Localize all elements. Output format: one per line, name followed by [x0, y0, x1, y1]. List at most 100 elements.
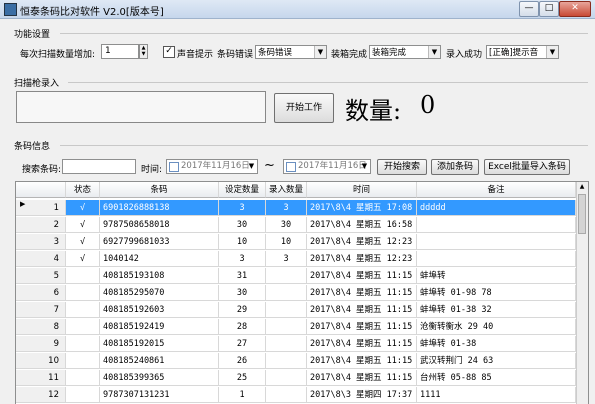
time-cell[interactable]: 2017\8\4 星期五 11:15	[307, 268, 417, 284]
entered-qty-cell[interactable]	[266, 319, 307, 335]
barcode-cell[interactable]: 6927799681033	[100, 234, 219, 250]
barcode-cell[interactable]: 408185399365	[100, 370, 219, 386]
row-header[interactable]: 12	[16, 387, 66, 403]
set-qty-cell[interactable]: 27	[219, 336, 266, 352]
date-from-checkbox[interactable]	[169, 162, 179, 172]
status-cell[interactable]	[66, 353, 100, 369]
table-row[interactable]: 9 408185192015 27 2017\8\4 星期五 11:15 蚌埠转 01-…	[16, 336, 576, 352]
time-cell[interactable]: 2017\8\4 星期五 11:15	[307, 319, 417, 335]
time-cell[interactable]: 2017\8\4 星期五 11:15	[307, 370, 417, 386]
date-to-picker[interactable]: 2017年11月16日 ▼	[283, 159, 371, 174]
status-cell[interactable]: √	[66, 234, 100, 250]
date-to-checkbox[interactable]	[286, 162, 296, 172]
note-cell[interactable]: 台州转 05-88 85	[417, 370, 576, 386]
entered-qty-cell[interactable]	[266, 353, 307, 369]
excel-import-button[interactable]: Excel批量导入条码	[484, 159, 570, 175]
row-header[interactable]: 8	[16, 319, 66, 335]
status-cell[interactable]	[66, 319, 100, 335]
barcode-cell[interactable]: 1040142	[100, 251, 219, 267]
row-header[interactable]: 6	[16, 285, 66, 301]
entered-qty-cell[interactable]	[266, 302, 307, 318]
barcode-cell[interactable]: 408185240861	[100, 353, 219, 369]
note-cell[interactable]	[417, 234, 576, 250]
note-cell[interactable]: ddddd	[417, 200, 576, 216]
close-button[interactable]: ✕	[559, 1, 591, 17]
column-header-set-qty[interactable]: 设定数量	[219, 182, 266, 198]
table-row[interactable]: 4 √ 1040142 3 3 2017\8\4 星期五 12:23	[16, 251, 576, 267]
row-header[interactable]: 11	[16, 370, 66, 386]
status-cell[interactable]	[66, 387, 100, 403]
column-header-note[interactable]: 备注	[417, 182, 576, 198]
table-row[interactable]: 2 √ 9787508658018 30 30 2017\8\4 星期五 16:58	[16, 217, 576, 233]
set-qty-cell[interactable]: 3	[219, 200, 266, 216]
scroll-thumb[interactable]	[578, 194, 586, 234]
barcode-table[interactable]: 状态 条码 设定数量 录入数量 时间 备注 1 √ 6901826888138 3 3 2…	[15, 181, 589, 404]
set-qty-cell[interactable]: 10	[219, 234, 266, 250]
status-cell[interactable]: √	[66, 217, 100, 233]
set-qty-cell[interactable]: 30	[219, 217, 266, 233]
set-qty-cell[interactable]: 26	[219, 353, 266, 369]
set-qty-cell[interactable]: 1	[219, 387, 266, 403]
status-cell[interactable]	[66, 336, 100, 352]
row-header[interactable]: 10	[16, 353, 66, 369]
row-header[interactable]: 4	[16, 251, 66, 267]
add-barcode-button[interactable]: 添加条码	[431, 159, 479, 175]
entered-qty-cell[interactable]	[266, 387, 307, 403]
status-cell[interactable]	[66, 302, 100, 318]
table-row[interactable]: 12 9787307131231 1 2017\8\3 星期四 17:37 1111	[16, 387, 576, 403]
boxfull-sound-select[interactable]: 装箱完成 ▼	[369, 45, 441, 59]
set-qty-cell[interactable]: 31	[219, 268, 266, 284]
search-button[interactable]: 开始搜索	[377, 159, 427, 175]
column-header-status[interactable]: 状态	[66, 182, 100, 198]
date-from-picker[interactable]: 2017年11月16日 ▼	[166, 159, 258, 174]
status-cell[interactable]: √	[66, 200, 100, 216]
increment-spinner[interactable]: ▲ ▼	[139, 44, 148, 59]
column-header-time[interactable]: 时间	[307, 182, 417, 198]
barcode-cell[interactable]: 6901826888138	[100, 200, 219, 216]
time-cell[interactable]: 2017\8\4 星期五 11:15	[307, 353, 417, 369]
status-cell[interactable]	[66, 268, 100, 284]
entered-qty-cell[interactable]	[266, 285, 307, 301]
success-sound-select[interactable]: [正确]提示音 ▼	[486, 45, 559, 59]
vertical-scrollbar[interactable]: ▲	[576, 182, 588, 404]
table-row[interactable]: 1 √ 6901826888138 3 3 2017\8\4 星期五 17:08 ddddd…	[16, 200, 576, 216]
note-cell[interactable]: 蚌埠转 01-98 78	[417, 285, 576, 301]
column-header-barcode[interactable]: 条码	[100, 182, 219, 198]
note-cell[interactable]: 沧衡转衡水 29 40	[417, 319, 576, 335]
note-cell[interactable]: 武汉转荆门 24 63	[417, 353, 576, 369]
status-cell[interactable]	[66, 370, 100, 386]
start-work-button[interactable]: 开始工作	[274, 93, 334, 123]
note-cell[interactable]: 蚌埠转 01-38 32	[417, 302, 576, 318]
barcode-cell[interactable]: 408185192603	[100, 302, 219, 318]
row-header[interactable]: 3	[16, 234, 66, 250]
row-header[interactable]: 7	[16, 302, 66, 318]
set-qty-cell[interactable]: 28	[219, 319, 266, 335]
barcode-cell[interactable]: 408185192419	[100, 319, 219, 335]
row-header[interactable]: 9	[16, 336, 66, 352]
barcode-cell[interactable]: 9787307131231	[100, 387, 219, 403]
sound-checkbox[interactable]: ✓	[163, 46, 175, 58]
barcode-cell[interactable]: 9787508658018	[100, 217, 219, 233]
search-input[interactable]	[62, 159, 136, 174]
note-cell[interactable]	[417, 217, 576, 233]
entered-qty-cell[interactable]	[266, 268, 307, 284]
entered-qty-cell[interactable]: 3	[266, 251, 307, 267]
entered-qty-cell[interactable]	[266, 370, 307, 386]
time-cell[interactable]: 2017\8\4 星期五 17:08	[307, 200, 417, 216]
barcode-cell[interactable]: 408185193108	[100, 268, 219, 284]
table-row[interactable]: 10 408185240861 26 2017\8\4 星期五 11:15 武汉转荆门 …	[16, 353, 576, 369]
table-row[interactable]: 11 408185399365 25 2017\8\4 星期五 11:15 台州转 05…	[16, 370, 576, 386]
note-cell[interactable]	[417, 251, 576, 267]
entered-qty-cell[interactable]	[266, 336, 307, 352]
scroll-up-icon[interactable]: ▲	[578, 183, 586, 190]
set-qty-cell[interactable]: 3	[219, 251, 266, 267]
column-header-entered-qty[interactable]: 录入数量	[266, 182, 307, 198]
status-cell[interactable]: √	[66, 251, 100, 267]
scan-input[interactable]	[16, 91, 266, 123]
time-cell[interactable]: 2017\8\4 星期五 12:23	[307, 251, 417, 267]
time-cell[interactable]: 2017\8\4 星期五 11:15	[307, 302, 417, 318]
table-row[interactable]: 5 408185193108 31 2017\8\4 星期五 11:15 蚌埠转	[16, 268, 576, 284]
entered-qty-cell[interactable]: 30	[266, 217, 307, 233]
entered-qty-cell[interactable]: 10	[266, 234, 307, 250]
note-cell[interactable]: 蚌埠转	[417, 268, 576, 284]
